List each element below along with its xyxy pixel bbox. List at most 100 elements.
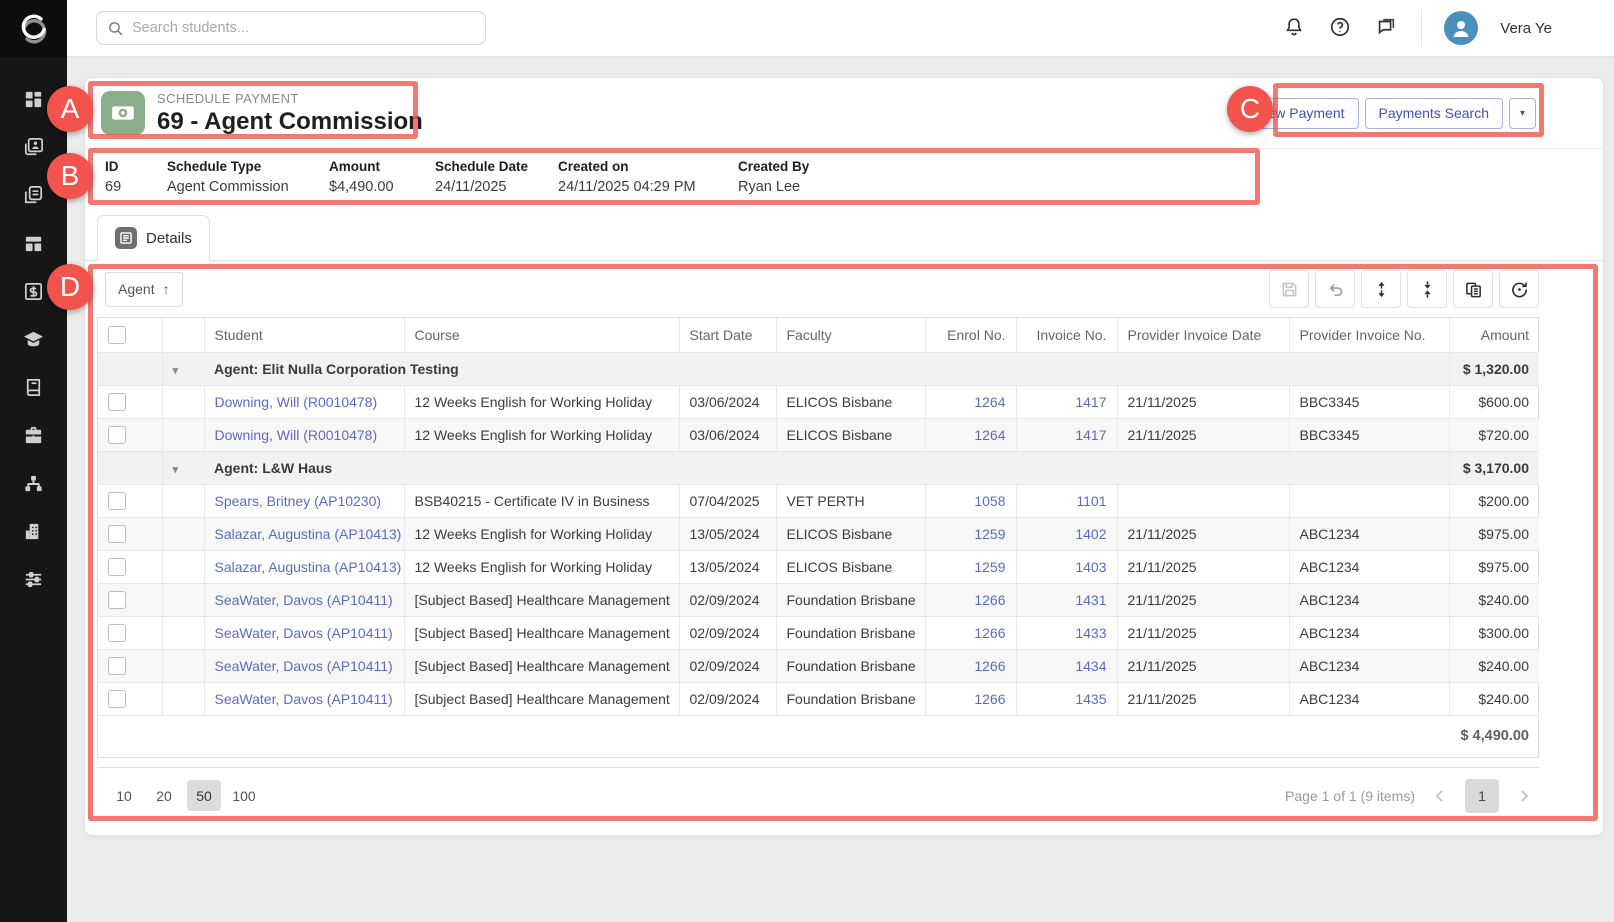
page-size-50[interactable]: 50 [187,780,221,811]
enrol-no-link[interactable]: 1259 [974,526,1005,542]
sidebar-item-dashboard[interactable] [0,75,67,123]
sidebar-item-organization[interactable] [0,507,67,555]
enrol-no-link[interactable]: 1264 [974,427,1005,443]
select-all-checkbox[interactable] [108,326,126,344]
enrol-no-link[interactable]: 1058 [974,493,1005,509]
invoice-no-link[interactable]: 1402 [1075,526,1106,542]
student-link[interactable]: Downing, Will (R0010478) [215,427,378,443]
row-indent-cell [162,682,204,715]
group-by-agent-chip[interactable]: Agent ↑ [105,272,183,307]
sidebar-item-layout[interactable] [0,219,67,267]
column-header-provider-invoice-no-[interactable]: Provider Invoice No. [1289,318,1449,352]
provider-invoice-date-cell: 21/11/2025 [1117,385,1289,418]
summary-value: 24/11/2025 04:29 PM [558,179,738,195]
sidebar-item-library[interactable] [0,363,67,411]
row-indent-cell [162,484,204,517]
app-root: Vera Ye SCHEDULE PAYMENT 69 - Agent Comm… [0,0,1614,922]
page-size-20[interactable]: 20 [147,780,181,811]
row-checkbox[interactable] [108,657,126,675]
sidebar-item-contacts[interactable] [0,123,67,171]
enrol-no-link[interactable]: 1266 [974,658,1005,674]
payment-row: SeaWater, Davos (AP10411)[Subject Based]… [98,583,1539,616]
invoice-no-link[interactable]: 1433 [1075,625,1106,641]
column-header-provider-invoice-date[interactable]: Provider Invoice Date [1117,318,1289,352]
invoice-no-link[interactable]: 1101 [1076,493,1106,509]
invoice-no-link[interactable]: 1434 [1075,658,1106,674]
sidebar-item-briefcase[interactable] [0,411,67,459]
student-link[interactable]: SeaWater, Davos (AP10411) [215,625,393,641]
new-payment-button[interactable]: New Payment [1243,98,1358,129]
row-checkbox[interactable] [108,624,126,642]
invoice-no-link[interactable]: 1435 [1075,691,1106,707]
student-link[interactable]: SeaWater, Davos (AP10411) [215,691,393,707]
row-checkbox[interactable] [108,492,126,510]
row-checkbox[interactable] [108,690,126,708]
row-checkbox[interactable] [108,591,126,609]
summary-label: ID [105,159,167,174]
enrol-no-link[interactable]: 1266 [974,625,1005,641]
row-indent-cell [162,649,204,682]
collapse-all-icon [1418,280,1437,299]
enrol-no-link[interactable]: 1266 [974,691,1005,707]
sidebar-item-education[interactable] [0,315,67,363]
chat-icon[interactable] [1375,16,1399,40]
start-date-cell: 07/04/2025 [679,484,776,517]
invoice-no-link[interactable]: 1417 [1075,427,1106,443]
collapse-all-button[interactable] [1407,270,1447,308]
sidebar-item-settings[interactable] [0,555,67,603]
page-title: 69 - Agent Commission [157,108,423,136]
sidebar-item-network[interactable] [0,459,67,507]
column-header-enrol-no-[interactable]: Enrol No. [925,318,1016,352]
user-name[interactable]: Vera Ye [1500,20,1552,37]
tab-details[interactable]: Details [97,215,210,261]
invoice-no-link[interactable]: 1431 [1075,592,1106,608]
notifications-icon[interactable] [1283,16,1307,40]
app-logo-icon[interactable] [0,0,67,57]
enrol-no-link[interactable]: 1259 [974,559,1005,575]
avatar[interactable] [1444,11,1478,45]
column-header-invoice-no-[interactable]: Invoice No. [1016,318,1117,352]
column-header-start-date[interactable]: Start Date [679,318,776,352]
enrol-no-link[interactable]: 1264 [974,394,1005,410]
select-all-header-cell [98,318,162,352]
student-link[interactable]: SeaWater, Davos (AP10411) [215,592,393,608]
invoice-no-link[interactable]: 1403 [1075,559,1106,575]
undo-button[interactable] [1315,270,1355,308]
page-size-100[interactable]: 100 [227,780,261,811]
copy-button[interactable] [1453,270,1493,308]
column-header-faculty[interactable]: Faculty [776,318,925,352]
row-checkbox[interactable] [108,393,126,411]
help-icon[interactable] [1329,16,1353,40]
column-header-student[interactable]: Student [204,318,404,352]
student-link[interactable]: Salazar, Augustina (AP10413) [215,526,402,542]
invoice-no-link[interactable]: 1417 [1075,394,1106,410]
sidebar-item-payments[interactable] [0,267,67,315]
row-checkbox[interactable] [108,426,126,444]
enrol-no-cell: 1259 [925,517,1016,550]
history-icon [1510,280,1529,299]
row-checkbox[interactable] [108,525,126,543]
payments-search-button[interactable]: Payments Search [1365,98,1504,129]
settings-icon [22,568,45,591]
column-header-course[interactable]: Course [404,318,679,352]
enrol-no-link[interactable]: 1266 [974,592,1005,608]
sidebar-item-documents[interactable] [0,171,67,219]
page-number-button[interactable]: 1 [1465,779,1499,813]
student-link[interactable]: Salazar, Augustina (AP10413) [215,559,402,575]
student-link[interactable]: SeaWater, Davos (AP10411) [215,658,393,674]
group-collapse-icon[interactable]: ▾ [173,365,179,377]
student-link[interactable]: Downing, Will (R0010478) [215,394,378,410]
expand-all-button[interactable] [1361,270,1401,308]
save-button[interactable] [1269,270,1309,308]
topbar: Vera Ye [67,0,1614,57]
page-size-10[interactable]: 10 [107,780,141,811]
search-input[interactable] [132,20,475,36]
more-actions-dropdown-button[interactable]: ▾ [1509,98,1536,129]
history-button[interactable] [1499,270,1539,308]
student-link[interactable]: Spears, Britney (AP10230) [215,493,382,509]
next-page-icon[interactable] [1513,785,1535,807]
previous-page-icon[interactable] [1429,785,1451,807]
group-collapse-icon[interactable]: ▾ [173,464,179,476]
column-header-amount[interactable]: Amount [1449,318,1539,352]
row-checkbox[interactable] [108,558,126,576]
